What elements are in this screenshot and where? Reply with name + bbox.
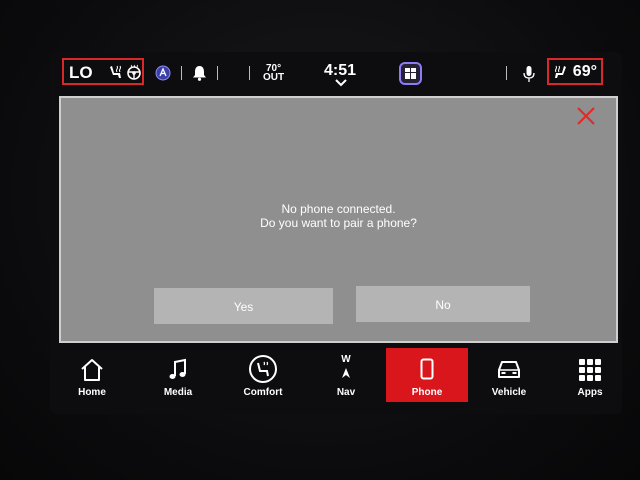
compass-letter-w: W (341, 354, 351, 365)
nav-nav-label: Nav (336, 387, 356, 398)
apps-grid-icon (579, 359, 601, 381)
status-bar: LO 70° OUT 4:51 69° (60, 58, 606, 90)
heated-seat-icon[interactable] (108, 64, 124, 80)
nav-media[interactable]: Media (142, 348, 214, 402)
outside-temperature-label: OUT (263, 72, 285, 83)
assist-icon[interactable] (155, 65, 171, 81)
clock[interactable]: 4:51 (324, 62, 356, 80)
apps-grid-icon (405, 68, 416, 79)
nav-apps-label: Apps (577, 387, 603, 398)
dialog-message-line1: No phone connected. (281, 202, 396, 216)
dialog-message-line2: Do you want to pair a phone? (260, 216, 417, 230)
apps-button[interactable] (399, 62, 422, 85)
nav-comfort-label: Comfort (243, 387, 283, 398)
nav-apps[interactable]: Apps (554, 348, 626, 402)
pair-phone-dialog: No phone connected. Do you want to pair … (59, 96, 618, 343)
car-icon (498, 361, 520, 378)
nav-nav[interactable]: W Nav (310, 348, 382, 402)
phone-icon (420, 358, 434, 380)
nav-phone[interactable]: Phone (386, 348, 468, 402)
no-button[interactable]: No (356, 286, 530, 322)
left-climate-zone[interactable]: LO (62, 58, 144, 85)
nav-home[interactable]: Home (56, 348, 128, 402)
separator (181, 66, 182, 80)
separator (506, 66, 507, 80)
separator (249, 66, 250, 80)
compass-arrow-icon (342, 368, 350, 378)
nav-vehicle[interactable]: Vehicle (473, 348, 545, 402)
close-icon[interactable] (576, 106, 596, 126)
bell-icon[interactable] (192, 65, 207, 81)
heated-seat-icon[interactable] (552, 64, 568, 80)
yes-button[interactable]: Yes (154, 288, 333, 324)
chevron-down-icon[interactable] (335, 79, 347, 87)
separator (217, 66, 218, 80)
music-note-icon (169, 358, 186, 379)
outside-temperature: 70° OUT (263, 64, 285, 83)
right-temperature: 69° (572, 63, 597, 80)
right-climate-zone[interactable]: 69° (547, 58, 603, 85)
nav-comfort[interactable]: Comfort (227, 348, 299, 402)
nav-media-label: Media (163, 387, 193, 398)
microphone-icon[interactable] (523, 66, 535, 82)
compass-icon: W (310, 354, 382, 379)
dialog-message: No phone connected. Do you want to pair … (61, 202, 616, 230)
bottom-nav: Home Media Comfort W Nav Phone Vehicle A… (56, 348, 620, 404)
heated-wheel-icon[interactable] (126, 64, 142, 80)
home-icon (81, 359, 103, 381)
nav-phone-label: Phone (411, 387, 443, 398)
nav-vehicle-label: Vehicle (491, 387, 527, 398)
nav-home-label: Home (78, 387, 106, 398)
left-temperature: LO (69, 63, 93, 82)
comfort-seat-icon (249, 355, 277, 383)
